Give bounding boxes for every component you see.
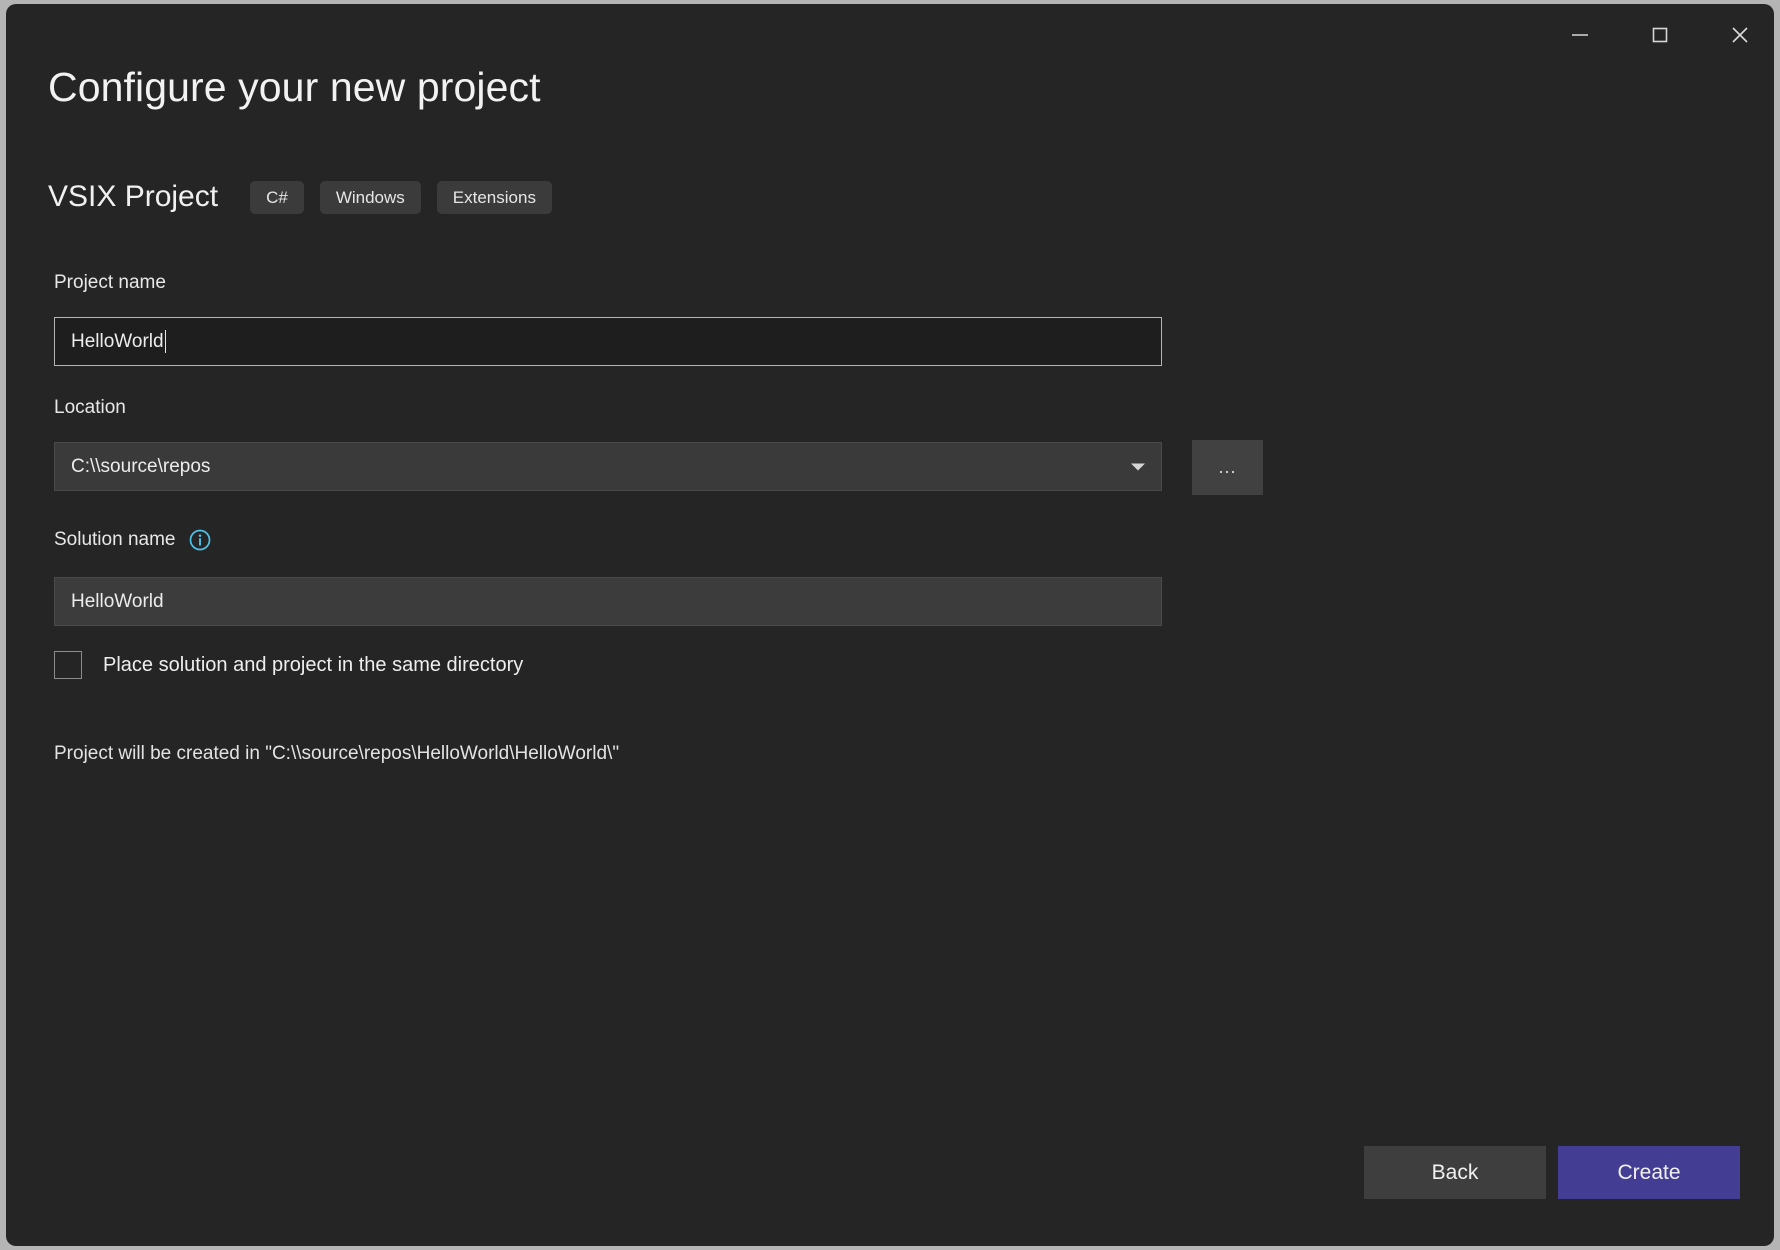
template-summary: VSIX Project C# Windows Extensions [48,176,568,218]
location-label: Location [54,397,126,418]
project-path-status: Project will be created in "C:\\source\r… [54,743,620,764]
project-name-input[interactable]: HelloWorld [54,317,1162,366]
maximize-button[interactable] [1629,4,1691,66]
location-value: C:\\source\repos [71,455,211,477]
tag-platform: Windows [319,180,421,214]
project-name-value: HelloWorld [71,330,164,352]
back-button[interactable]: Back [1364,1146,1546,1199]
solution-name-label: Solution name [54,528,212,552]
page-title: Configure your new project [48,64,541,110]
same-directory-checkbox-row[interactable]: Place solution and project in the same d… [54,651,523,679]
create-button[interactable]: Create [1558,1146,1740,1199]
close-icon [1728,23,1752,47]
chevron-down-icon[interactable] [1131,463,1145,470]
tag-language: C# [250,180,304,214]
maximize-icon [1649,24,1671,46]
solution-name-input[interactable]: HelloWorld [54,577,1162,626]
text-caret [164,330,166,353]
close-button[interactable] [1709,4,1771,66]
project-name-label: Project name [54,272,166,293]
template-name: VSIX Project [48,180,219,213]
minimize-icon [1569,24,1591,46]
same-directory-label: Place solution and project in the same d… [103,653,524,676]
browse-button[interactable]: ... [1192,440,1263,495]
configure-project-dialog: Configure your new project VSIX Project … [6,4,1774,1246]
minimize-button[interactable] [1549,4,1611,66]
info-icon[interactable] [188,528,212,552]
tag-category: Extensions [436,180,552,214]
solution-name-label-text: Solution name [54,529,176,550]
same-directory-checkbox[interactable] [54,651,82,679]
solution-name-value: HelloWorld [71,590,164,612]
location-combobox[interactable]: C:\\source\repos [54,442,1162,491]
title-bar [6,4,1774,66]
